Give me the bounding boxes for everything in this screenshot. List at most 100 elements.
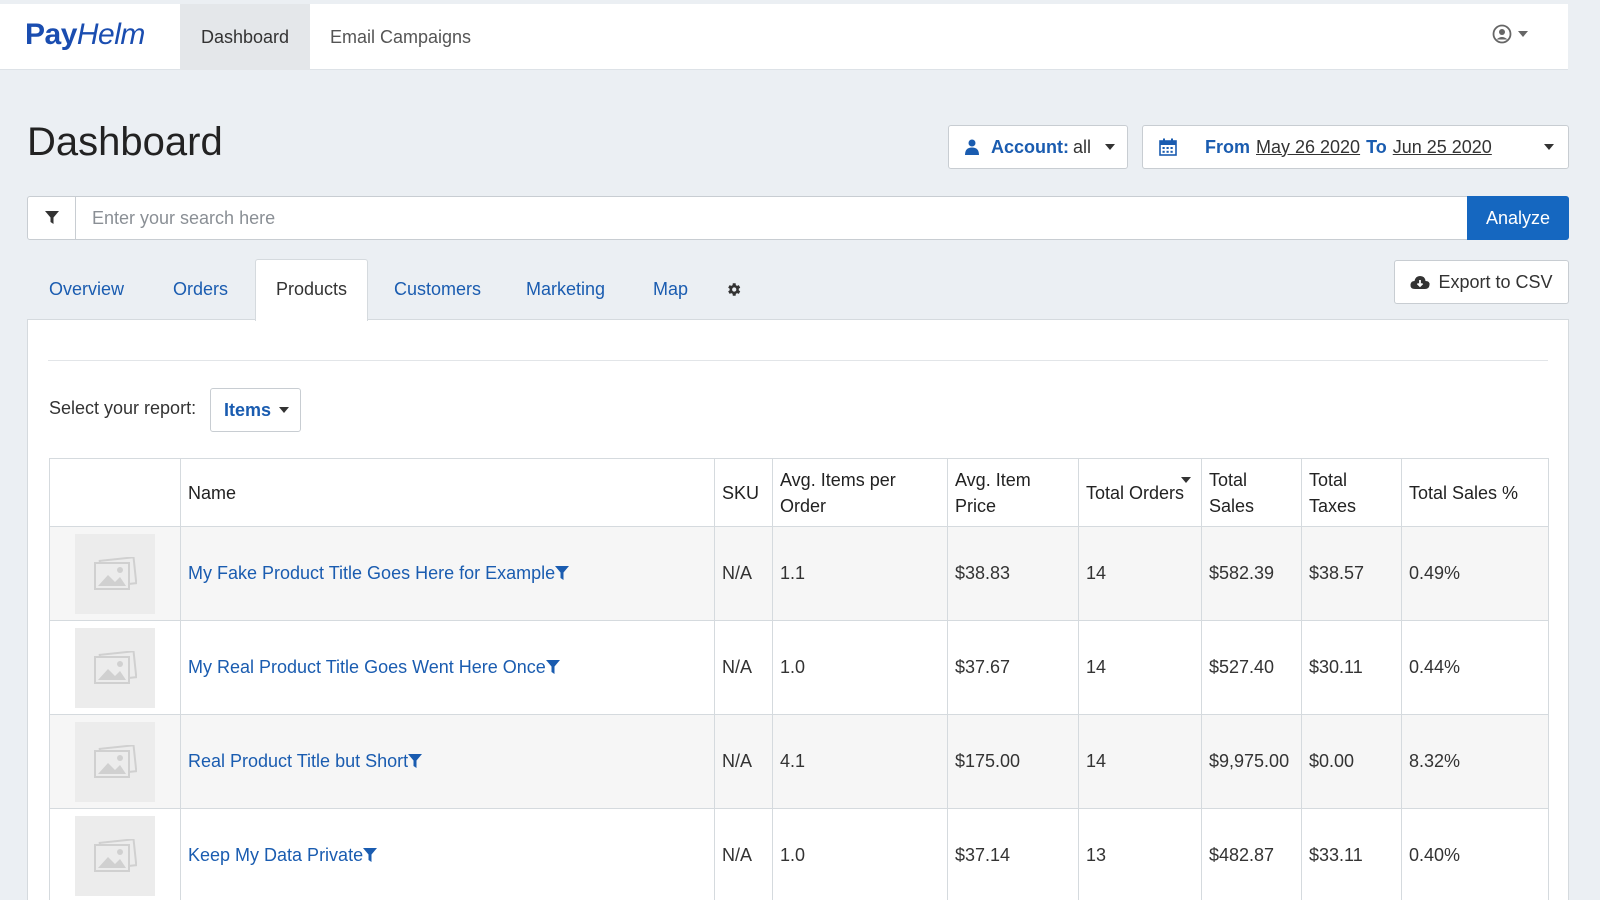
export-label: Export to CSV	[1438, 271, 1553, 292]
panel-divider	[48, 360, 1548, 361]
total-sales-cell: $482.87	[1201, 808, 1302, 900]
tab-marketing[interactable]: Marketing	[506, 259, 625, 319]
col-header-total-orders-label: Total Orders	[1086, 482, 1185, 503]
filter-button[interactable]	[28, 197, 76, 239]
col-header-sku[interactable]: SKU	[714, 458, 773, 527]
total-orders-cell: 14	[1078, 526, 1202, 621]
top-navbar: PayHelm Dashboard Email Campaigns	[0, 4, 1568, 70]
to-date[interactable]: Jun 25 2020	[1393, 137, 1492, 158]
total-sales-cell: $582.39	[1201, 526, 1302, 621]
report-select-value: Items	[224, 399, 272, 420]
to-label: To	[1366, 136, 1387, 157]
product-name-link[interactable]: My Real Product Title Goes Went Here Onc…	[188, 657, 546, 677]
avg-price-cell: $38.83	[947, 526, 1079, 621]
nav-tab-email-campaigns[interactable]: Email Campaigns	[310, 4, 491, 70]
total-orders-cell: 14	[1078, 714, 1202, 809]
page: PayHelm Dashboard Email Campaigns Dashbo…	[0, 0, 1600, 900]
user-menu[interactable]	[1492, 24, 1528, 44]
sku-cell: N/A	[714, 714, 773, 809]
gear-icon	[728, 283, 741, 296]
sort-desc-icon	[1181, 477, 1191, 483]
tab-overview[interactable]: Overview	[29, 259, 144, 319]
products-panel: Select your report: Items Name SKU Avg. …	[27, 319, 1569, 900]
avg-items-cell: 1.1	[772, 526, 948, 621]
product-name-cell: Real Product Title but Short	[180, 714, 715, 809]
date-range-picker[interactable]: From May 26 2020 To Jun 25 2020	[1142, 125, 1569, 169]
col-header-avg-price[interactable]: Avg. Item Price	[947, 458, 1079, 527]
sku-cell: N/A	[714, 808, 773, 900]
product-name-cell: My Real Product Title Goes Went Here Onc…	[180, 620, 715, 715]
col-header-total-sales-pct[interactable]: Total Sales %	[1401, 458, 1549, 527]
col-header-total-sales[interactable]: Total Sales	[1201, 458, 1302, 527]
filter-icon[interactable]	[408, 754, 423, 769]
total-sales-pct-cell: 0.44%	[1401, 620, 1549, 715]
search-input[interactable]	[76, 197, 1466, 239]
tab-products[interactable]: Products	[255, 259, 369, 321]
from-date[interactable]: May 26 2020	[1256, 137, 1360, 158]
table-row: My Fake Product Title Goes Here for Exam…	[49, 526, 1549, 621]
col-header-total-orders[interactable]: Total Orders	[1078, 458, 1202, 527]
user-icon	[965, 139, 979, 155]
sku-cell: N/A	[714, 620, 773, 715]
search-bar: Analyze	[27, 196, 1569, 240]
account-dropdown[interactable]: Account: all	[948, 125, 1128, 169]
tab-settings[interactable]	[725, 281, 742, 303]
col-header-image	[49, 458, 181, 527]
table-row: Keep My Data Private N/A 1.0 $37.14 13 $…	[49, 808, 1549, 900]
account-value: all	[1073, 136, 1092, 157]
avg-price-cell: $37.67	[947, 620, 1079, 715]
caret-down-icon	[1105, 144, 1116, 150]
image-placeholder-icon	[75, 627, 155, 708]
tab-map[interactable]: Map	[633, 259, 708, 319]
product-name-cell: My Fake Product Title Goes Here for Exam…	[180, 526, 715, 621]
total-orders-cell: 14	[1078, 620, 1202, 715]
report-label: Select your report:	[49, 398, 197, 418]
avg-items-cell: 1.0	[772, 808, 948, 900]
products-table: Name SKU Avg. Items per Order Avg. Item …	[49, 458, 1549, 900]
report-select[interactable]: Items	[210, 388, 301, 432]
payhelm-logo[interactable]: PayHelm	[25, 18, 145, 52]
product-image-cell	[49, 526, 181, 621]
filter-icon[interactable]	[555, 566, 570, 581]
from-label: From	[1205, 136, 1250, 157]
caret-down-icon	[1544, 144, 1554, 150]
total-orders-cell: 13	[1078, 808, 1202, 900]
filter-icon[interactable]	[363, 848, 378, 863]
table-header-row: Name SKU Avg. Items per Order Avg. Item …	[49, 458, 1549, 527]
col-header-avg-items[interactable]: Avg. Items per Order	[772, 458, 948, 527]
total-sales-cell: $527.40	[1201, 620, 1302, 715]
calendar-icon	[1159, 138, 1177, 156]
caret-down-icon	[279, 407, 290, 413]
nav-tab-dashboard[interactable]: Dashboard	[180, 4, 310, 70]
analyze-button[interactable]: Analyze	[1467, 196, 1569, 240]
table-row: My Real Product Title Goes Went Here Onc…	[49, 620, 1549, 715]
user-circle-icon	[1492, 24, 1512, 44]
product-name-link[interactable]: My Fake Product Title Goes Here for Exam…	[188, 563, 555, 583]
product-name-link[interactable]: Keep My Data Private	[188, 845, 363, 865]
total-taxes-cell: $30.11	[1301, 620, 1402, 715]
sku-cell: N/A	[714, 526, 773, 621]
image-placeholder-icon	[75, 721, 155, 802]
cloud-download-icon	[1410, 276, 1431, 289]
product-image-cell	[49, 808, 181, 900]
col-header-total-taxes[interactable]: Total Taxes	[1301, 458, 1402, 527]
col-header-name[interactable]: Name	[180, 458, 715, 527]
avg-items-cell: 1.0	[772, 620, 948, 715]
image-placeholder-icon	[75, 815, 155, 896]
total-sales-pct-cell: 0.49%	[1401, 526, 1549, 621]
account-label: Account:	[991, 136, 1069, 157]
filter-icon	[44, 211, 59, 224]
chevron-down-icon	[1518, 31, 1528, 37]
total-sales-cell: $9,975.00	[1201, 714, 1302, 809]
image-placeholder-icon	[75, 533, 155, 614]
tab-orders[interactable]: Orders	[153, 259, 248, 319]
avg-items-cell: 4.1	[772, 714, 948, 809]
product-name-link[interactable]: Real Product Title but Short	[188, 751, 408, 771]
total-sales-pct-cell: 8.32%	[1401, 714, 1549, 809]
tab-customers[interactable]: Customers	[374, 259, 501, 319]
filter-icon[interactable]	[545, 660, 560, 675]
total-taxes-cell: $0.00	[1301, 714, 1402, 809]
total-taxes-cell: $38.57	[1301, 526, 1402, 621]
export-csv-button[interactable]: Export to CSV	[1394, 260, 1569, 304]
avg-price-cell: $175.00	[947, 714, 1079, 809]
